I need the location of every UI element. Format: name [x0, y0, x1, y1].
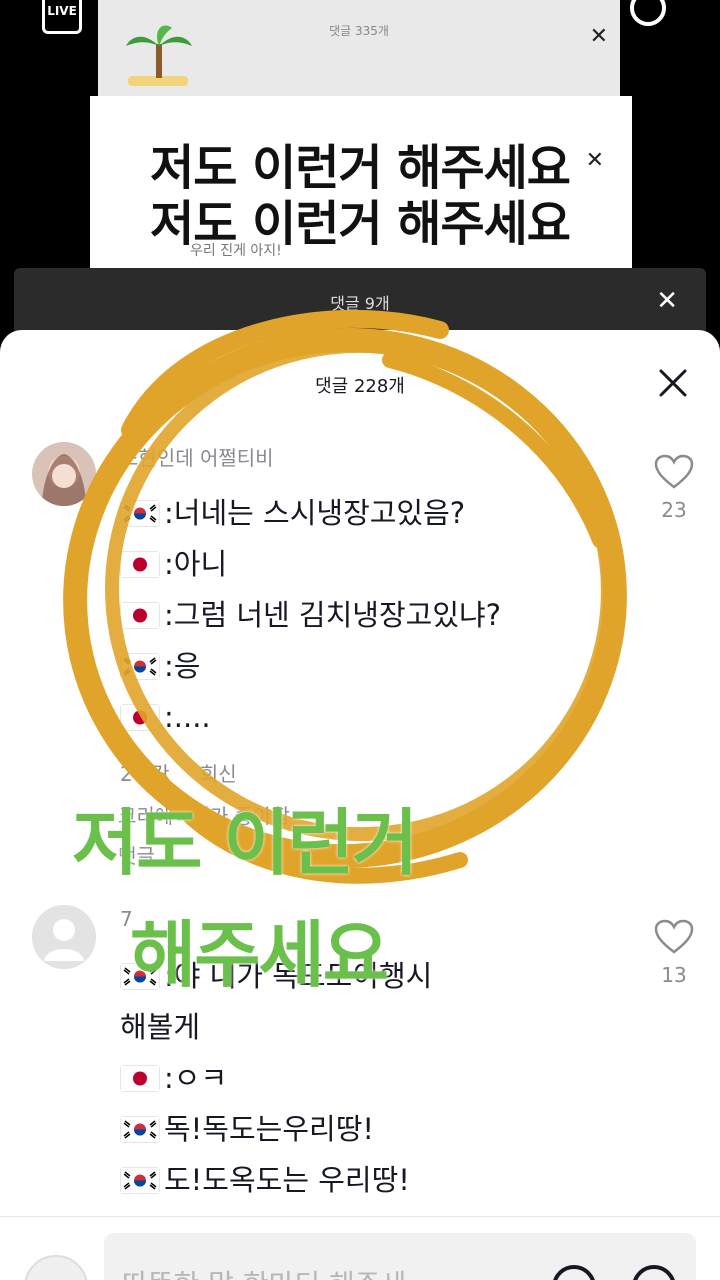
korea-flag-icon — [120, 653, 160, 680]
avatar[interactable] — [32, 905, 96, 969]
comment-line: 도!도옥도는 우리땅! — [120, 1155, 620, 1206]
close-icon[interactable]: ✕ — [656, 286, 678, 316]
watermark-caption: 해주세요 — [130, 913, 389, 997]
japan-flag-icon — [120, 704, 160, 731]
live-icon[interactable]: LIVE — [42, 0, 82, 34]
avatar[interactable] — [32, 442, 96, 506]
search-icon[interactable] — [630, 0, 666, 26]
korea-flag-icon — [120, 1116, 160, 1143]
overlay-caption: 저도 이런거 해주세요 — [150, 196, 571, 252]
comment-count: 댓글 335개 — [329, 24, 389, 38]
comment-line: :.... — [120, 692, 620, 743]
watermark-caption: 저도 이런거 — [72, 801, 418, 885]
comment-input-bar: 따뜻한 말 한마디 해주세 — [0, 1216, 720, 1280]
comment-time: 2시간 — [120, 762, 170, 786]
comment-line: 독!독도는우리땅! — [120, 1104, 620, 1155]
comment-line: :아니 — [120, 539, 620, 590]
japan-flag-icon — [120, 602, 160, 629]
close-icon[interactable]: ✕ — [590, 24, 608, 49]
comment-line: :응 — [120, 641, 620, 692]
background-comment-panel-1: 댓글 335개 ✕ — [98, 0, 620, 100]
comment-line: 해볼게 — [120, 1010, 201, 1044]
sheet-header: 댓글 228개 — [0, 330, 720, 440]
reply-button[interactable]: 회신 — [200, 762, 237, 786]
heart-icon — [654, 919, 694, 954]
comment-line: :ㅇㅋ — [120, 1053, 620, 1104]
comment-author[interactable]: 소현인데 어쩔티비 — [120, 442, 274, 471]
comment-line: :그럼 너넨 김치냉장고있냐? — [120, 590, 620, 641]
japan-flag-icon — [120, 551, 160, 578]
close-icon[interactable] — [656, 366, 690, 400]
like-count: 23 — [661, 498, 687, 522]
korea-flag-icon — [120, 500, 160, 527]
japan-flag-icon — [120, 1065, 160, 1092]
like-button[interactable]: 23 — [654, 454, 694, 522]
like-button[interactable]: 13 — [654, 919, 694, 987]
comment-line: :너네는 스시냉장고있음? — [120, 488, 620, 539]
my-avatar — [24, 1255, 88, 1280]
comment-count: 댓글 9개 — [330, 294, 390, 313]
comment-meta: 2시간 회신 — [120, 758, 261, 787]
like-count: 13 — [661, 963, 687, 987]
korea-flag-icon — [120, 1167, 160, 1194]
heart-icon — [654, 454, 694, 489]
background-video: LIVE 댓글 335개 ✕ ✕ 우리 진게 아지! 저도 이런거 해주세요 저… — [0, 0, 720, 368]
comment-input[interactable]: 따뜻한 말 한마디 해주세 — [104, 1233, 696, 1280]
comment-text: :너네는 스시냉장고있음? :아니 :그럼 너넨 김치냉장고있냐? :응 :..… — [120, 488, 620, 743]
comment-count-title: 댓글 228개 — [315, 376, 405, 397]
